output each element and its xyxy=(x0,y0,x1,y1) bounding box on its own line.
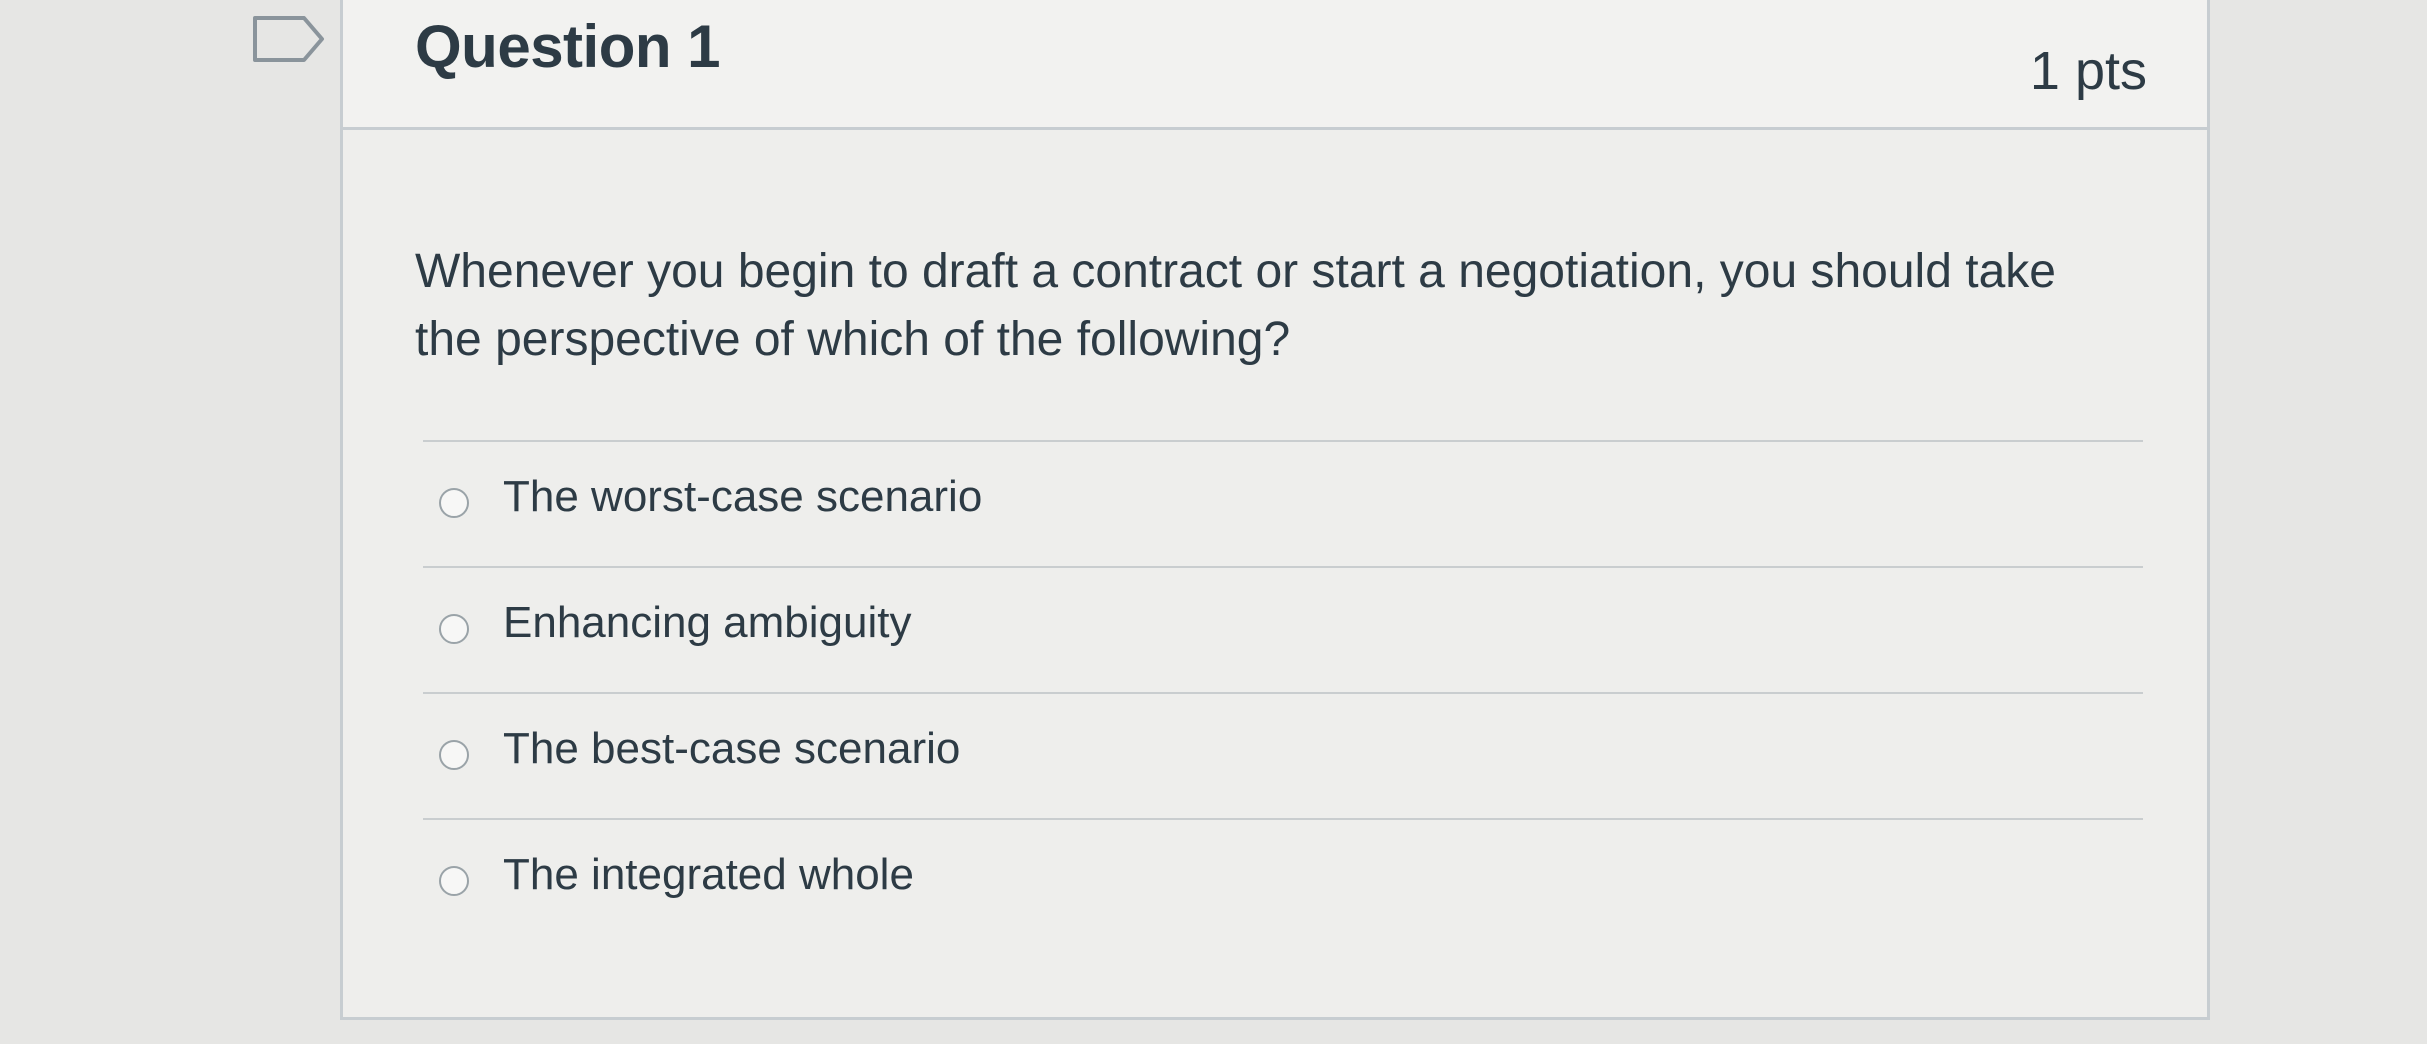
question-card: Question 1 1 pts Whenever you begin to d… xyxy=(340,0,2210,1020)
answer-label[interactable]: Enhancing ambiguity xyxy=(503,598,911,648)
flag-question-icon[interactable] xyxy=(252,14,326,64)
question-points: 1 pts xyxy=(2029,41,2147,101)
answer-list: The worst-case scenario Enhancing ambigu… xyxy=(423,440,2143,944)
answer-option[interactable]: The integrated whole xyxy=(423,818,2143,944)
answer-label[interactable]: The integrated whole xyxy=(503,850,914,900)
question-text: Whenever you begin to draft a contract o… xyxy=(415,245,2056,366)
question-header: Question 1 1 pts xyxy=(343,0,2207,130)
question-title: Question 1 xyxy=(415,13,721,80)
answer-label[interactable]: The best-case scenario xyxy=(503,724,960,774)
answer-label[interactable]: The worst-case scenario xyxy=(503,472,982,522)
answer-option[interactable]: The best-case scenario xyxy=(423,692,2143,818)
radio-button-icon[interactable] xyxy=(439,614,469,644)
radio-button-icon[interactable] xyxy=(439,740,469,770)
answer-option[interactable]: The worst-case scenario xyxy=(423,440,2143,566)
answer-option[interactable]: Enhancing ambiguity xyxy=(423,566,2143,692)
radio-button-icon[interactable] xyxy=(439,488,469,518)
radio-button-icon[interactable] xyxy=(439,866,469,896)
